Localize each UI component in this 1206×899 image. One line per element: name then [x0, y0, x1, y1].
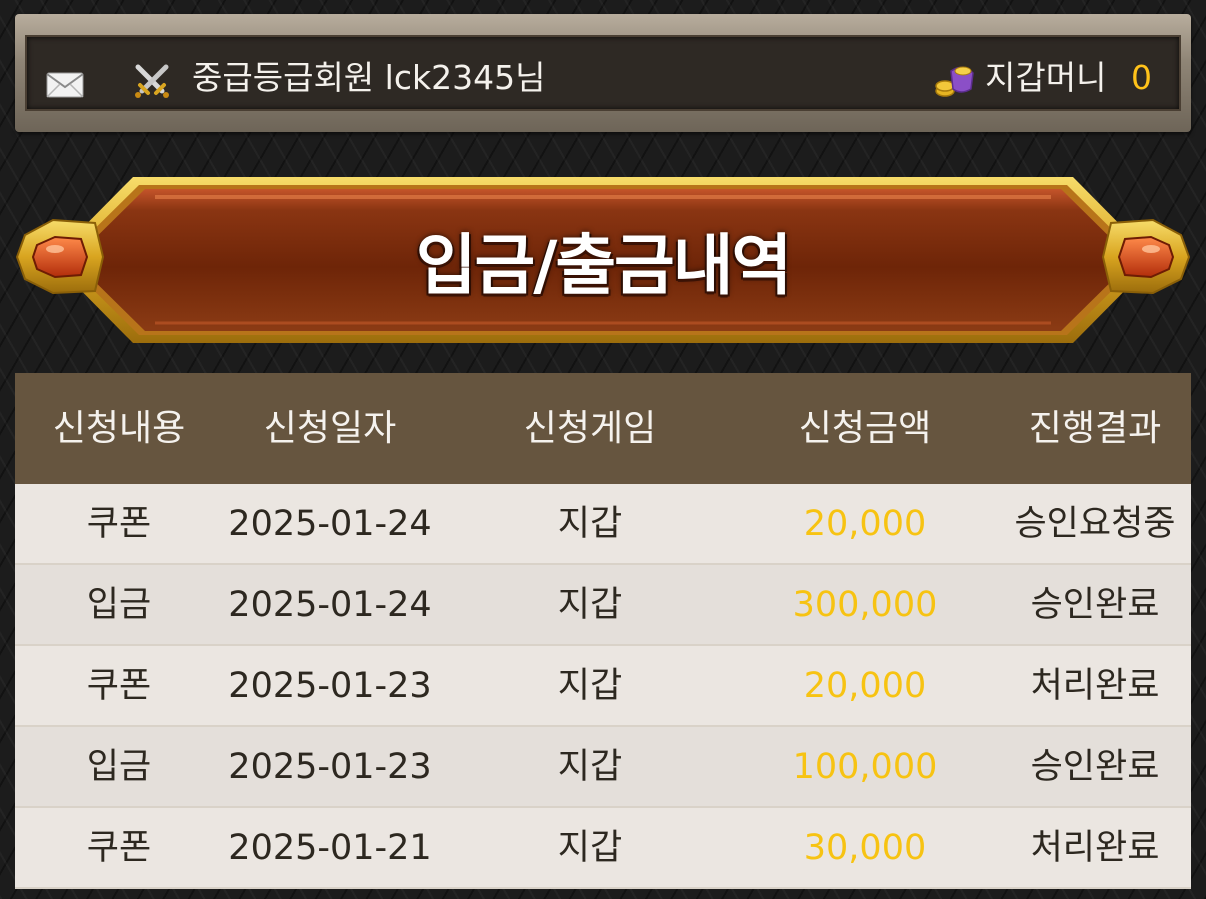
- wallet-amount: 0: [1131, 58, 1152, 97]
- column-header-type: 신청내용: [52, 408, 186, 449]
- table-body: 쿠폰 2025-01-24 지갑 20,000 승인요청중 입금 2025-01…: [15, 484, 1191, 889]
- cell-type: 쿠폰: [86, 828, 152, 868]
- cell-status: 승인완료: [1030, 747, 1160, 787]
- cell-date: 2025-01-24: [228, 504, 432, 544]
- crossed-swords-icon: [135, 64, 169, 98]
- member-grade: 중급등급회원: [192, 58, 375, 97]
- table-row[interactable]: 입금 2025-01-24 지갑 300,000 승인완료: [15, 565, 1191, 646]
- title-banner: 입금/출금내역: [15, 175, 1191, 345]
- member-info: 중급등급회원 lck2345님: [192, 55, 545, 101]
- top-bar-panel: 중급등급회원 lck2345님 지갑머니 0: [25, 35, 1181, 111]
- cell-status: 처리완료: [1030, 828, 1160, 868]
- column-header-game: 신청게임: [523, 408, 657, 449]
- cell-game: 지갑: [557, 828, 623, 868]
- cell-game: 지갑: [557, 747, 623, 787]
- cell-type: 쿠폰: [86, 504, 152, 544]
- cell-status: 처리완료: [1030, 666, 1160, 706]
- table-row[interactable]: 입금 2025-01-23 지갑 100,000 승인완료: [15, 727, 1191, 808]
- transaction-table: 신청내용 신청일자 신청게임 신청금액 진행결과 쿠폰 2025-01-24 지…: [15, 373, 1191, 889]
- cell-status: 승인완료: [1030, 585, 1160, 625]
- wallet-coins-icon: [935, 66, 974, 97]
- column-header-status: 진행결과: [1028, 408, 1162, 449]
- table-row[interactable]: 쿠폰 2025-01-23 지갑 20,000 처리완료: [15, 646, 1191, 727]
- cell-amount: 300,000: [792, 585, 938, 625]
- cell-amount: 20,000: [803, 666, 927, 706]
- cell-date: 2025-01-21: [228, 828, 432, 868]
- wallet-label: 지갑머니: [985, 58, 1107, 97]
- cell-type: 쿠폰: [86, 666, 152, 706]
- cell-game: 지갑: [557, 666, 623, 706]
- mail-icon[interactable]: [45, 69, 85, 99]
- cell-date: 2025-01-23: [228, 666, 432, 706]
- cell-game: 지갑: [557, 504, 623, 544]
- top-bar: 중급등급회원 lck2345님 지갑머니 0: [15, 14, 1191, 132]
- table-row[interactable]: 쿠폰 2025-01-24 지갑 20,000 승인요청중: [15, 484, 1191, 565]
- column-header-amount: 신청금액: [798, 408, 932, 449]
- cell-date: 2025-01-23: [228, 747, 432, 787]
- cell-game: 지갑: [557, 585, 623, 625]
- table-header: 신청내용 신청일자 신청게임 신청금액 진행결과: [15, 373, 1191, 484]
- cell-status: 승인요청중: [1014, 504, 1176, 544]
- username: lck2345: [384, 58, 516, 97]
- cell-amount: 30,000: [803, 828, 927, 868]
- cell-type: 입금: [86, 747, 152, 787]
- cell-amount: 20,000: [803, 504, 927, 544]
- cell-amount: 100,000: [792, 747, 938, 787]
- column-header-date: 신청일자: [263, 408, 397, 449]
- cell-type: 입금: [86, 585, 152, 625]
- table-row[interactable]: 쿠폰 2025-01-21 지갑 30,000 처리완료: [15, 808, 1191, 889]
- cell-date: 2025-01-24: [228, 585, 432, 625]
- username-suffix: 님: [515, 58, 546, 97]
- page-title: 입금/출금내역: [415, 227, 792, 304]
